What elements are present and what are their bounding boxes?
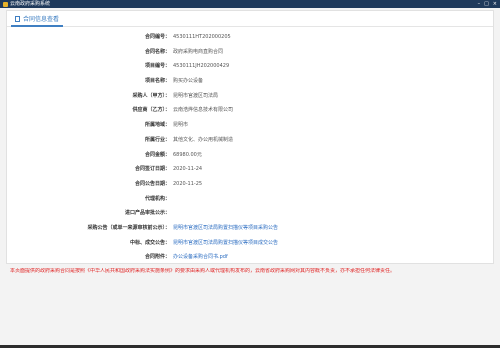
- field-label: 所属地域：: [144, 122, 170, 129]
- field-value: 68980.00元: [173, 151, 202, 158]
- field-value: 2020-11-25: [173, 180, 203, 187]
- detail-row: 中标、成交公告： 昆明市官渡区司法局购置扫描仪等项目成交公告: [7, 236, 493, 251]
- field-value: 政府采购电商直购合同: [173, 48, 224, 55]
- field-label: 项目编号：: [144, 63, 170, 70]
- field-link[interactable]: 昆明市官渡区司法局购置扫描仪等项目成交公告: [173, 236, 278, 251]
- detail-row: 合同签订日期： 2020-11-24: [7, 162, 493, 177]
- detail-row: 合同金额： 68980.00元: [7, 148, 493, 163]
- field-value: 4530111HT202000205: [173, 34, 231, 40]
- field-label: 中标、成交公告：: [129, 239, 170, 246]
- field-value: 2020-11-24: [173, 166, 203, 173]
- field-label: 合同金额：: [144, 151, 170, 158]
- detail-row: 合同名称： 政府采购电商直购合同: [7, 45, 493, 60]
- field-label: 合同编号：: [144, 34, 170, 40]
- tab-label: 合同信息查看: [23, 15, 60, 23]
- detail-row: 供应商（乙方）： 云南浩烨信息技术有限公司: [7, 103, 493, 118]
- detail-row: 所属地域： 昆明市: [7, 118, 493, 133]
- detail-row: 采购人（甲方）： 昆明市官渡区司法局: [7, 89, 493, 104]
- field-value: 昆明市官渡区司法局: [173, 92, 219, 99]
- tab-bar: 合同信息查看: [7, 11, 493, 27]
- field-label: 采购人（甲方）：: [132, 92, 170, 99]
- field-link[interactable]: 办公设备采购合同书.pdf: [173, 250, 228, 265]
- detail-row: 合同附件： 办公设备采购合同书.pdf: [7, 250, 493, 265]
- tab-contract-info[interactable]: 合同信息查看: [11, 13, 64, 27]
- detail-row: 进口产品审批公示：: [7, 206, 493, 221]
- field-label: 采购公告（或单一来源审核前公示）：: [87, 224, 170, 231]
- field-label: 合同公告日期：: [134, 180, 170, 187]
- field-label: 供应商（乙方）：: [132, 107, 170, 114]
- field-value: 购买办公设备: [173, 78, 204, 85]
- contract-details: 合同编号： 4530111HT202000205 合同名称： 政府采购电商直购合同 项目…: [7, 30, 493, 265]
- detail-row: 合同公告日期： 2020-11-25: [7, 177, 493, 192]
- field-label: 合同名称：: [144, 48, 170, 55]
- detail-row: 采购公告（或单一来源审核前公示）： 昆明市官渡区司法局购置扫描仪等项目采购公告: [7, 221, 493, 236]
- field-value: 昆明市: [173, 122, 189, 129]
- field-label: 所属行业：: [144, 136, 170, 143]
- detail-row: 合同编号： 4530111HT202000205: [7, 30, 493, 45]
- field-label: 合同签订日期：: [134, 166, 170, 173]
- app-logo-icon: [3, 1, 8, 7]
- field-value: 其他文化、办公用机械制造: [173, 136, 234, 143]
- field-value: 4530111JH202000429: [173, 63, 230, 70]
- field-label: 代理机构：: [144, 195, 170, 202]
- field-label: 进口产品审批公示：: [124, 210, 170, 217]
- disclaimer-notice: 本页面提供的政府采购合同是按照《中华人民共和国政府采购法实施条例》的要求由采购人…: [10, 268, 396, 274]
- detail-row: 所属行业： 其他文化、办公用机械制造: [7, 133, 493, 148]
- detail-row: 项目编号： 4530111JH202000429: [7, 59, 493, 74]
- maximize-icon[interactable]: □: [484, 0, 489, 8]
- close-icon[interactable]: ×: [493, 0, 497, 8]
- field-link[interactable]: 昆明市官渡区司法局购置扫描仪等项目采购公告: [173, 221, 278, 236]
- window-controls: – □ ×: [478, 0, 497, 8]
- field-value: 云南浩烨信息技术有限公司: [173, 107, 234, 114]
- document-icon: [15, 16, 20, 22]
- window-title: 云南政府采购系统: [10, 1, 51, 7]
- field-label: 项目名称：: [144, 78, 170, 85]
- field-label: 合同附件：: [144, 254, 170, 261]
- window-title-bar: 云南政府采购系统 – □ ×: [0, 0, 500, 8]
- contract-panel: 合同信息查看 合同编号： 4530111HT202000205 合同名称： 政府采购电…: [6, 10, 494, 264]
- minimize-icon[interactable]: –: [478, 0, 481, 8]
- detail-row: 代理机构：: [7, 192, 493, 207]
- detail-row: 项目名称： 购买办公设备: [7, 74, 493, 89]
